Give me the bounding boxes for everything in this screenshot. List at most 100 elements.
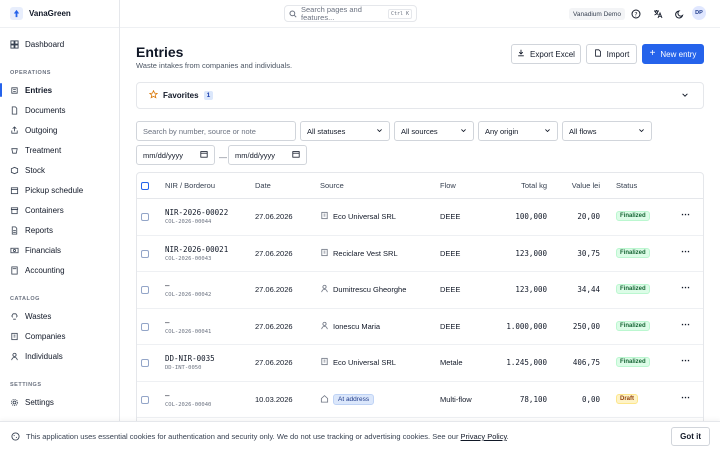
row-checkbox[interactable] <box>141 249 149 258</box>
sidebar-item-settings[interactable]: Settings <box>4 392 115 412</box>
more-actions-icon[interactable]: ⋯ <box>681 319 690 330</box>
status-select-value: All statuses <box>307 126 346 136</box>
nir-number[interactable]: — <box>165 281 170 290</box>
new-entry-button[interactable]: + New entry <box>642 44 704 64</box>
dark-mode-icon[interactable] <box>674 8 686 20</box>
tenant-badge[interactable]: Vanadium Demo <box>569 8 625 20</box>
sidebar-item-label: Financials <box>25 245 62 255</box>
documents-icon <box>10 105 19 115</box>
sidebar-item-stock[interactable]: Stock <box>4 160 115 180</box>
avatar[interactable]: DP <box>692 6 706 20</box>
treatment-icon <box>10 146 19 155</box>
date-to-input[interactable]: mm/dd/yyyy <box>228 145 307 165</box>
source-name: Eco Universal SRL <box>333 358 396 367</box>
privacy-policy-link[interactable]: Privacy Policy <box>461 432 507 441</box>
more-actions-icon[interactable]: ⋯ <box>681 246 690 257</box>
more-actions-icon[interactable]: ⋯ <box>681 392 690 403</box>
nir-number[interactable]: — <box>165 391 170 400</box>
sidebar-item-documents[interactable]: Documents <box>4 100 115 120</box>
gear-icon <box>10 398 19 407</box>
table-row[interactable]: — COL-2026-00042 27.06.2026 Dumitrescu G… <box>137 272 703 309</box>
sidebar-item-dashboard[interactable]: Dashboard <box>4 34 115 54</box>
chevron-down-icon[interactable] <box>681 91 689 101</box>
nir-number[interactable]: NIR-2026-00021 <box>165 245 228 254</box>
origin-select-value: Any origin <box>485 126 519 136</box>
status-cell: Finalized <box>616 320 650 331</box>
total-kg: 100,000 <box>515 212 547 221</box>
sidebar-item-financials[interactable]: Financials <box>4 240 115 260</box>
header-status[interactable]: Status <box>616 181 637 190</box>
source-cell: Reciclare Vest SRL <box>320 248 398 259</box>
sidebar-item-label: Stock <box>25 165 46 175</box>
status-cell: Finalized <box>616 247 650 258</box>
brand[interactable]: VanaGreen <box>0 0 119 28</box>
sidebar-item-label: Settings <box>25 397 54 407</box>
header-source[interactable]: Source <box>320 181 344 190</box>
sidebar-item-individuals[interactable]: Individuals <box>4 346 115 366</box>
sidebar-item-entries[interactable]: Entries <box>0 80 115 100</box>
row-checkbox[interactable] <box>141 359 149 367</box>
cookie-text: This application uses essential cookies … <box>26 432 461 441</box>
sidebar-item-reports[interactable]: Reports <box>4 220 115 240</box>
header-nir[interactable]: NIR / Borderou <box>165 181 215 190</box>
entries-table: NIR / Borderou Date Source Flow Total kg… <box>136 172 704 442</box>
table-row[interactable]: DD-NIR-0035 DD-INT-0050 27.06.2026 Eco U… <box>137 345 703 382</box>
header-date[interactable]: Date <box>255 181 271 190</box>
row-checkbox[interactable] <box>141 395 149 404</box>
flow-select[interactable]: All flows <box>562 121 652 141</box>
sidebar-item-label: Outgoing <box>25 125 58 135</box>
status-badge: Finalized <box>616 357 650 367</box>
companies-icon <box>10 332 19 341</box>
sidebar-item-outgoing[interactable]: Outgoing <box>4 120 115 140</box>
nir-number[interactable]: NIR-2026-00022 <box>165 208 228 217</box>
status-badge: Draft <box>616 393 639 404</box>
entry-date: 27.06.2026 <box>255 212 293 221</box>
table-row[interactable]: NIR-2026-00022 COL-2026-00044 27.06.2026… <box>137 199 703 236</box>
calendar-icon <box>10 186 19 195</box>
translate-icon[interactable] <box>652 8 664 20</box>
nir-number[interactable]: — <box>165 318 170 327</box>
sidebar-item-label: Documents <box>25 105 66 115</box>
table-row[interactable]: NIR-2026-00021 COL-2026-00043 27.06.2026… <box>137 236 703 272</box>
sidebar-item-accounting[interactable]: Accounting <box>4 260 115 280</box>
more-actions-icon[interactable]: ⋯ <box>681 282 690 293</box>
borderou-number: COL-2026-00044 <box>165 219 212 225</box>
got-it-button[interactable]: Got it <box>671 427 710 446</box>
select-all-checkbox[interactable] <box>141 181 149 190</box>
date-to-value: mm/dd/yyyy <box>235 150 276 160</box>
import-button[interactable]: Import <box>586 44 637 64</box>
header-value[interactable]: Value lei <box>550 181 600 190</box>
calendar-icon <box>292 150 300 160</box>
sidebar-item-companies[interactable]: Companies <box>4 326 115 346</box>
origin-select[interactable]: Any origin <box>478 121 558 141</box>
table-row[interactable]: — COL-2026-00041 27.06.2026 Ionescu Mari… <box>137 309 703 345</box>
header-total[interactable]: Total kg <box>497 181 547 190</box>
sidebar-item-treatment[interactable]: Treatment <box>4 140 115 160</box>
borderou-number: COL-2026-00043 <box>165 255 212 262</box>
sidebar-item-pickup-schedule[interactable]: Pickup schedule <box>4 180 115 200</box>
sidebar-item-containers[interactable]: Containers <box>4 200 115 220</box>
source-select[interactable]: All sources <box>394 121 474 141</box>
sidebar-section-title: OPERATIONS <box>10 70 51 76</box>
more-actions-icon[interactable]: ⋯ <box>681 209 690 220</box>
global-search[interactable]: Search pages and features... Ctrl K <box>284 5 417 22</box>
help-icon[interactable]: ? <box>630 8 642 20</box>
sidebar-item-wastes[interactable]: Wastes <box>4 306 115 326</box>
plus-icon: + <box>649 48 656 59</box>
date-separator: — <box>219 153 227 162</box>
date-from-input[interactable]: mm/dd/yyyy <box>136 145 215 165</box>
favorites-panel[interactable]: Favorites 1 <box>136 82 704 109</box>
row-checkbox[interactable] <box>141 322 149 331</box>
export-excel-button[interactable]: Export Excel <box>511 44 581 64</box>
row-checkbox[interactable] <box>141 213 149 221</box>
favorites-count: 1 <box>203 91 214 100</box>
filter-search-input[interactable]: Search by number, source or note <box>136 121 296 141</box>
status-select[interactable]: All statuses <box>300 121 390 141</box>
nir-number[interactable]: DD-NIR-0035 <box>165 354 215 363</box>
table-row[interactable]: — COL-2026-00040 10.03.2026 At address M… <box>137 382 703 418</box>
header-flow[interactable]: Flow <box>440 181 456 190</box>
flow-select-value: All flows <box>569 126 597 136</box>
row-checkbox[interactable] <box>141 286 149 294</box>
entries-icon <box>10 86 19 95</box>
more-actions-icon[interactable]: ⋯ <box>681 355 690 366</box>
